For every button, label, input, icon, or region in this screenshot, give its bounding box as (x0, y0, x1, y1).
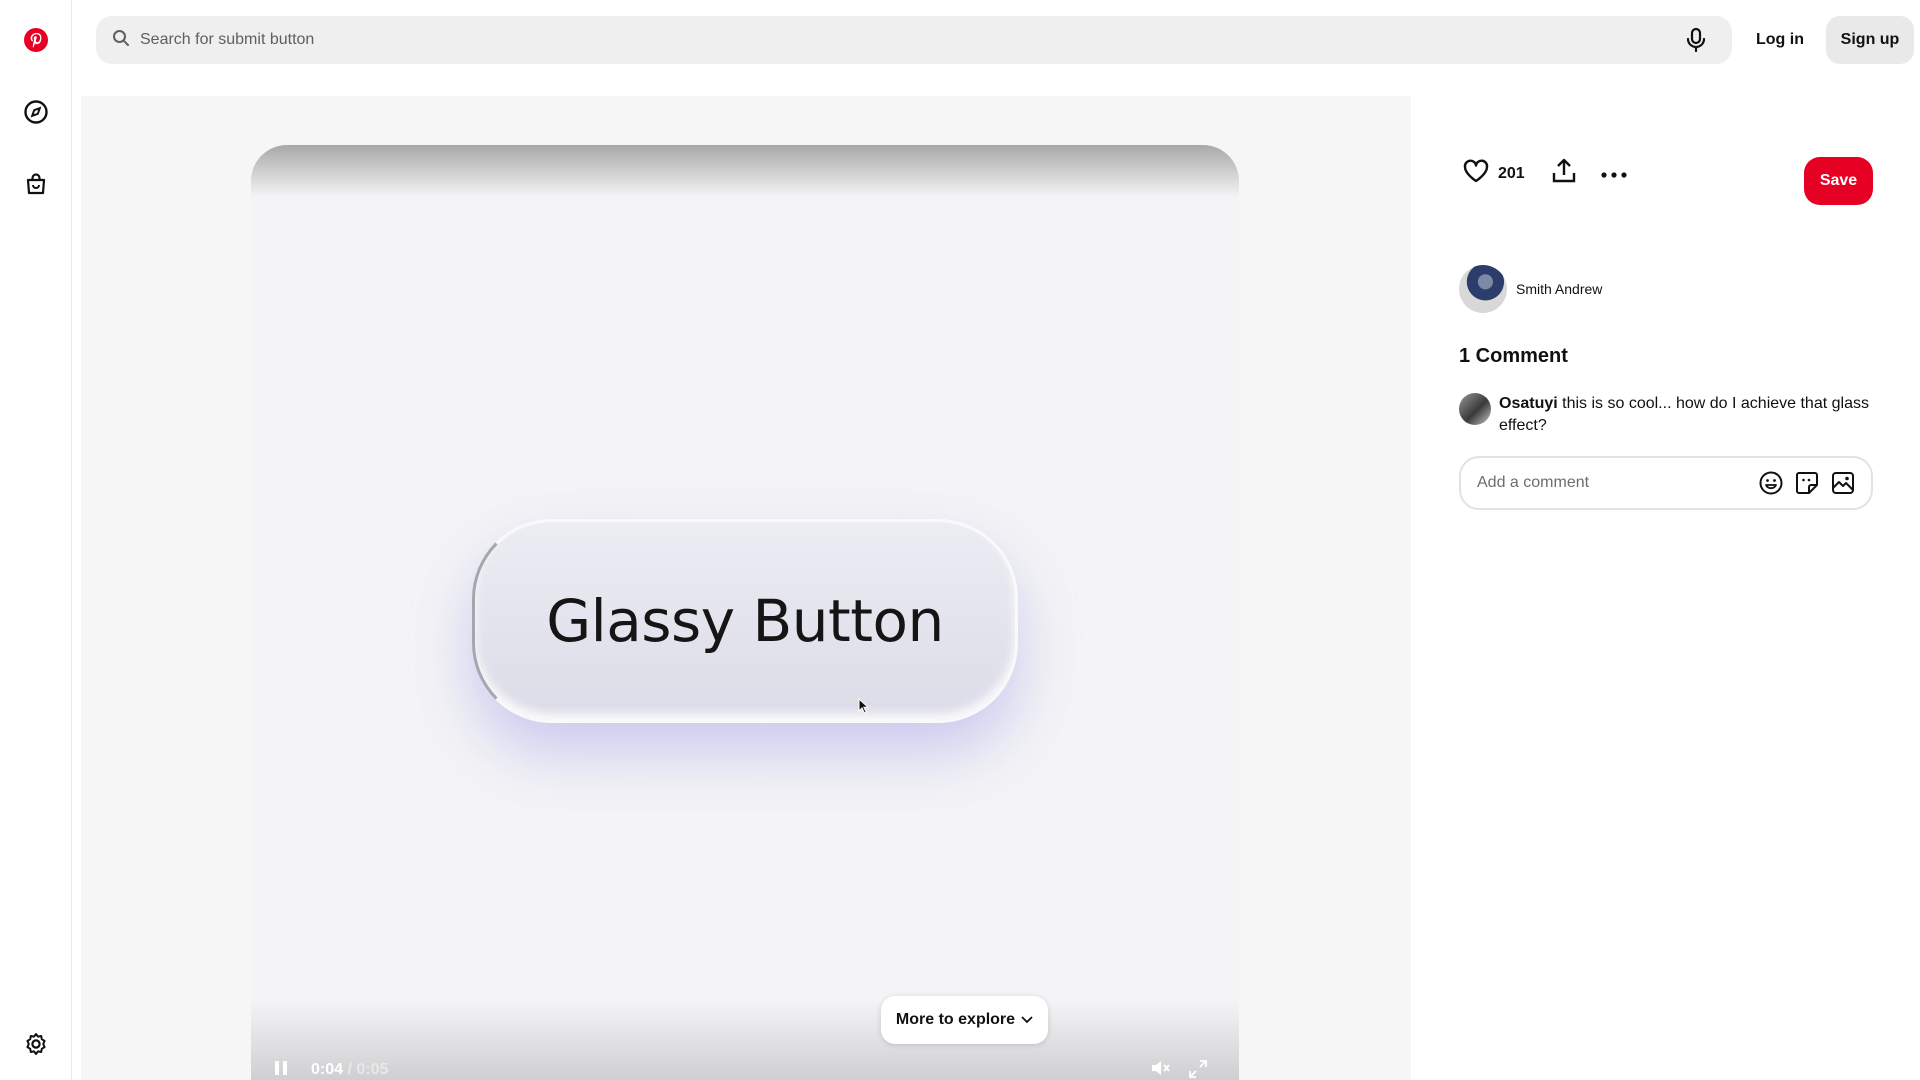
pinterest-logo-icon[interactable] (18, 22, 54, 58)
author-name[interactable]: Smith Andrew (1516, 281, 1602, 297)
search-bar[interactable] (96, 16, 1732, 64)
mute-icon[interactable] (1151, 1060, 1171, 1076)
search-icon (112, 29, 130, 52)
microphone-icon[interactable] (1680, 24, 1712, 56)
search-input[interactable] (140, 16, 1680, 64)
video-button-text: Glassy Button (546, 587, 944, 655)
comment-item: Osatuyi this is so cool... how do I achi… (1459, 393, 1879, 437)
login-button[interactable]: Log in (1740, 16, 1820, 64)
explore-compass-icon[interactable] (18, 94, 54, 130)
video-duration: / 0:05 (347, 1061, 389, 1078)
more-to-explore-label: More to explore (895, 1011, 1016, 1028)
commenter-avatar[interactable] (1459, 393, 1491, 425)
left-sidebar (0, 0, 72, 1080)
mouse-cursor-icon (858, 697, 870, 719)
add-comment-box[interactable] (1459, 456, 1873, 510)
video-time: 0:04 / 0:05 (311, 1061, 388, 1079)
comment-username[interactable]: Osatuyi (1499, 395, 1558, 412)
sticker-icon[interactable] (1793, 469, 1821, 497)
settings-gear-icon[interactable] (18, 1026, 54, 1062)
fullscreen-icon[interactable] (1189, 1060, 1207, 1078)
save-button[interactable]: Save (1804, 157, 1873, 205)
share-icon[interactable] (1551, 158, 1577, 189)
comment-text-block: Osatuyi this is so cool... how do I achi… (1499, 393, 1869, 437)
video-current-time: 0:04 (311, 1061, 344, 1078)
heart-icon[interactable] (1462, 158, 1490, 189)
comment-count-heading: 1 Comment (1459, 345, 1568, 367)
video-player[interactable]: Glassy Button (251, 145, 1239, 1080)
pin-author[interactable]: Smith Andrew (1459, 265, 1602, 313)
emoji-icon[interactable] (1757, 469, 1785, 497)
add-comment-input[interactable] (1477, 474, 1749, 492)
image-upload-icon[interactable] (1829, 469, 1857, 497)
signup-button[interactable]: Sign up (1826, 16, 1914, 64)
video-bottom-gradient (251, 1000, 1239, 1080)
more-to-explore-button[interactable]: More to explore (881, 996, 1048, 1044)
video-glassy-button-frame: Glassy Button (472, 519, 1018, 723)
author-avatar[interactable] (1459, 265, 1507, 313)
chevron-down-icon (1021, 1011, 1033, 1029)
video-top-gradient (251, 145, 1239, 197)
pin-actions: 201 (1462, 158, 1627, 189)
pause-icon[interactable] (274, 1060, 288, 1076)
more-options-icon[interactable] (1601, 165, 1627, 183)
shop-bag-icon[interactable] (18, 166, 54, 202)
like-count: 201 (1498, 164, 1525, 182)
